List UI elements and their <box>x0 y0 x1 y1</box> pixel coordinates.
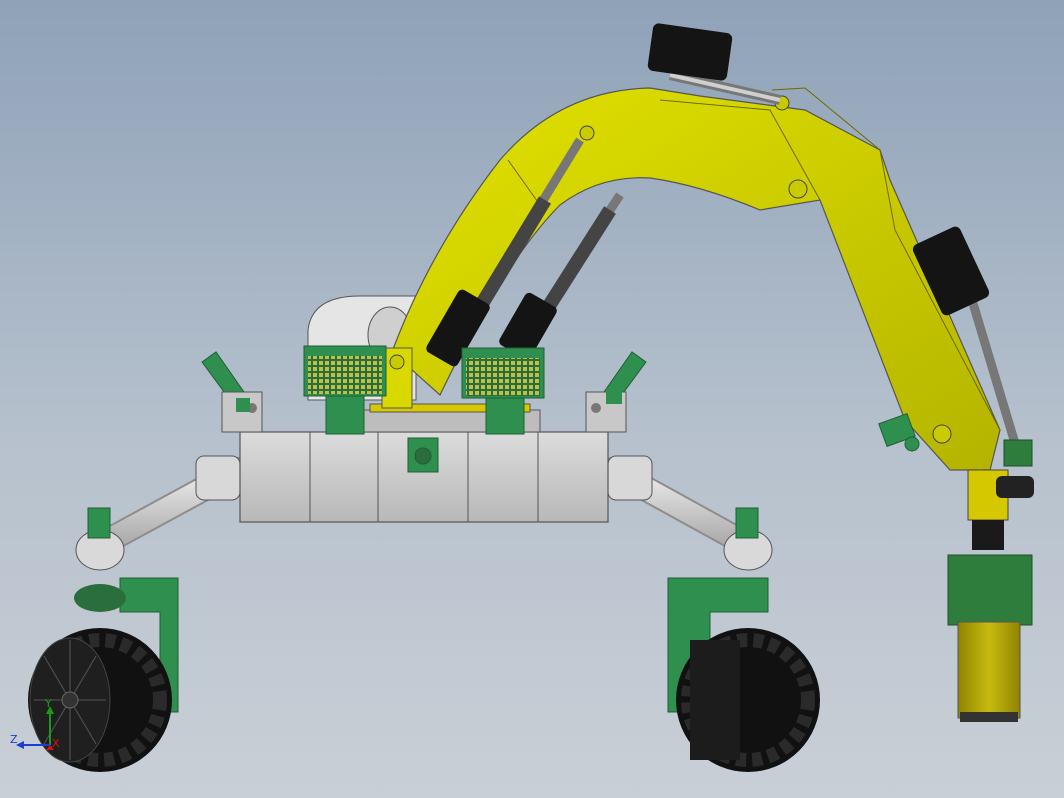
rover-model[interactable] <box>0 0 1064 798</box>
y-axis-label: Y <box>45 697 52 710</box>
chassis-body[interactable] <box>239 431 609 523</box>
x-axis-label: X <box>52 737 60 750</box>
sensor-module-right <box>461 347 545 399</box>
actuator-upper[interactable] <box>647 23 782 105</box>
left-camera-mount <box>201 351 263 433</box>
right-camera-mount <box>585 351 647 433</box>
z-axis-label: Z <box>10 733 18 746</box>
left-suspension-arm[interactable] <box>75 455 251 571</box>
coordinate-triad: Y Z X <box>8 698 68 758</box>
right-suspension-arm[interactable] <box>599 455 773 571</box>
sensor-module-left <box>303 345 387 397</box>
right-wheel[interactable] <box>676 628 820 772</box>
drill-end-effector[interactable] <box>947 439 1034 722</box>
